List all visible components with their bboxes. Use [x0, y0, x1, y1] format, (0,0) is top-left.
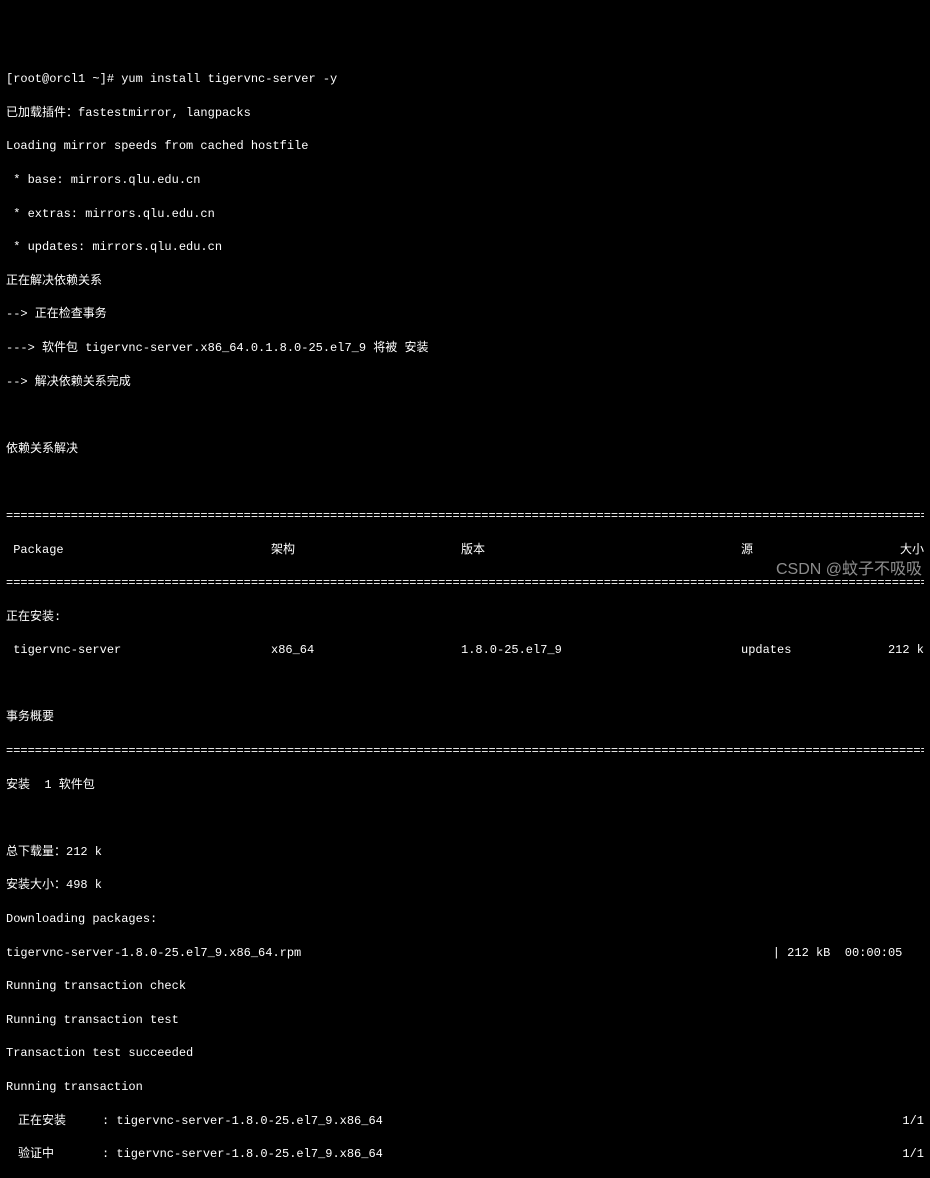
download-row: tigervnc-server-1.8.0-25.el7_9.x86_64.rp…: [6, 945, 924, 962]
prompt-line: [root@orcl1 ~]# yum install tigervnc-ser…: [6, 71, 924, 88]
table-header: Package 架构 版本 源 大小: [6, 542, 924, 559]
step-installing-pkg: : tigervnc-server-1.8.0-25.el7_9.x86_64: [102, 1113, 884, 1130]
step-installing: 正在安装 : tigervnc-server-1.8.0-25.el7_9.x8…: [6, 1113, 924, 1130]
col-repo-header: 源: [741, 542, 881, 559]
download-meta: | 212 kB 00:00:05: [773, 945, 924, 962]
step-installing-label: 正在安装: [6, 1113, 102, 1130]
deps-solution-header: 依赖关系解决: [6, 441, 924, 458]
step-verifying-count: 1/1: [884, 1146, 924, 1163]
col-version-header: 版本: [461, 542, 741, 559]
col-size-header: 大小: [881, 542, 924, 559]
row-arch: x86_64: [271, 642, 461, 659]
plugins-line: 已加载插件：fastestmirror, langpacks: [6, 105, 924, 122]
separator-top: ========================================…: [6, 508, 924, 525]
installed-size: 安装大小：498 k: [6, 877, 924, 894]
check-trans: --> 正在检查事务: [6, 306, 924, 323]
mirror-updates: * updates: mirrors.qlu.edu.cn: [6, 239, 924, 256]
transaction-summary: 事务概要: [6, 709, 924, 726]
deps-resolved: --> 解决依赖关系完成: [6, 374, 924, 391]
installing-label: 正在安装:: [6, 609, 924, 626]
col-arch-header: 架构: [271, 542, 461, 559]
running-transaction: Running transaction: [6, 1079, 924, 1096]
row-repo: updates: [741, 642, 881, 659]
step-verifying-label: 验证中: [6, 1146, 102, 1163]
row-package: tigervnc-server: [6, 642, 271, 659]
run-trans-test: Running transaction test: [6, 1012, 924, 1029]
blank-3: [6, 676, 924, 693]
install-count: 安装 1 软件包: [6, 777, 924, 794]
mirror-base: * base: mirrors.qlu.edu.cn: [6, 172, 924, 189]
downloading: Downloading packages:: [6, 911, 924, 928]
download-file: tigervnc-server-1.8.0-25.el7_9.x86_64.rp…: [6, 945, 301, 962]
separator-bottom: ========================================…: [6, 743, 924, 760]
trans-test-succeeded: Transaction test succeeded: [6, 1045, 924, 1062]
package-to-install: ---> 软件包 tigervnc-server.x86_64.0.1.8.0-…: [6, 340, 924, 357]
blank-4: [6, 810, 924, 827]
watermark: CSDN @蚊子不吸吸: [776, 559, 922, 581]
step-installing-count: 1/1: [884, 1113, 924, 1130]
mirror-extras: * extras: mirrors.qlu.edu.cn: [6, 206, 924, 223]
total-download: 总下载量：212 k: [6, 844, 924, 861]
resolving-deps: 正在解决依赖关系: [6, 273, 924, 290]
run-trans-check: Running transaction check: [6, 978, 924, 995]
col-package-header: Package: [6, 542, 271, 559]
row-version: 1.8.0-25.el7_9: [461, 642, 741, 659]
step-verifying-pkg: : tigervnc-server-1.8.0-25.el7_9.x86_64: [102, 1146, 884, 1163]
row-size: 212 k: [881, 642, 924, 659]
table-row: tigervnc-server x86_64 1.8.0-25.el7_9 up…: [6, 642, 924, 659]
step-verifying: 验证中 : tigervnc-server-1.8.0-25.el7_9.x86…: [6, 1146, 924, 1163]
blank-2: [6, 474, 924, 491]
blank-1: [6, 407, 924, 424]
loading-mirror: Loading mirror speeds from cached hostfi…: [6, 138, 924, 155]
